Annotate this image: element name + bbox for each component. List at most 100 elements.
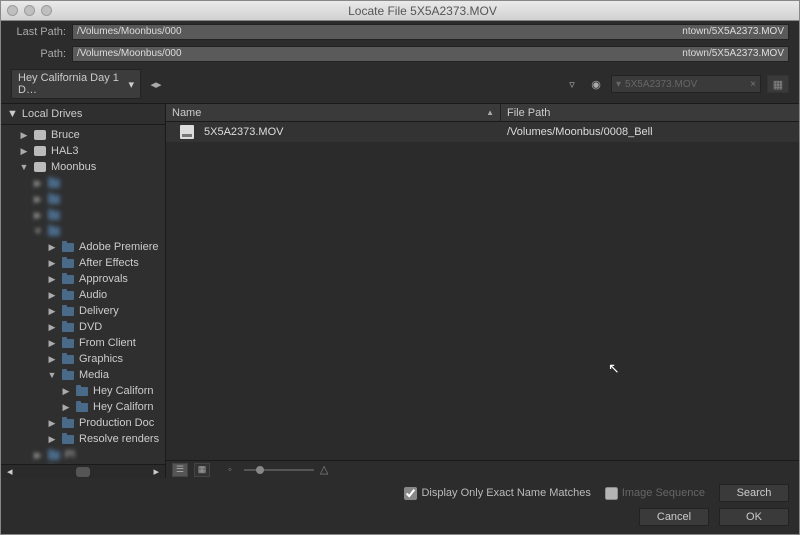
thumbnail-size-slider[interactable] — [244, 469, 314, 471]
disclosure-arrow-icon[interactable]: ▶ — [47, 290, 57, 301]
tree-node[interactable]: ▶DVD — [1, 319, 165, 335]
disclosure-arrow-icon[interactable]: ▶ — [47, 434, 57, 445]
tree-node[interactable]: ▶From Client — [1, 335, 165, 351]
sidebar-header[interactable]: ▼ Local Drives — [1, 104, 165, 125]
tree-node[interactable]: ▶Approvals — [1, 271, 165, 287]
clear-search-icon[interactable]: × — [750, 79, 756, 90]
tree-node-label: After Effects — [79, 257, 139, 269]
tree-node[interactable]: ▶ — [1, 175, 165, 191]
folder-icon — [61, 433, 75, 445]
filter-icon[interactable]: ▿ — [563, 76, 581, 92]
disk-icon — [33, 129, 47, 141]
tree-node-label: Graphics — [79, 353, 123, 365]
recent-locations-dropdown[interactable]: Hey California Day 1 D… ▾ — [11, 69, 141, 99]
tree-node[interactable]: ▼Media — [1, 367, 165, 383]
tree-node[interactable]: ▶Adobe Premiere — [1, 239, 165, 255]
disclosure-arrow-icon[interactable]: ▶ — [61, 386, 71, 397]
disclosure-arrow-icon[interactable]: ▶ — [19, 146, 29, 157]
chevron-down-icon: ▼ — [7, 108, 18, 120]
folder-icon — [61, 305, 75, 317]
file-list-pane: Name ▲ File Path 5X5A2373.MOV/Volumes/Mo… — [166, 104, 799, 478]
tree-node[interactable]: ▼Moonbus — [1, 159, 165, 175]
tree-node[interactable]: ▶Bruce — [1, 127, 165, 143]
disclosure-arrow-icon[interactable]: ▶ — [33, 178, 43, 189]
tree-node[interactable]: ▶ — [1, 191, 165, 207]
tree-node-label: Audio — [79, 289, 107, 301]
tree-node[interactable]: ▶ ts — [1, 463, 165, 464]
sidebar: ▼ Local Drives ▶Bruce▶HAL3▼Moonbus ▶ ▶ ▶ … — [1, 104, 166, 478]
folder-icon — [47, 209, 61, 221]
tree-node[interactable]: ▶Delivery — [1, 303, 165, 319]
tree-node[interactable]: ▶ Audio — [1, 287, 165, 303]
table-row[interactable]: 5X5A2373.MOV/Volumes/Moonbus/0008_Bell — [166, 122, 799, 142]
column-header-name[interactable]: Name ▲ — [166, 104, 501, 121]
disk-icon — [33, 145, 47, 157]
disclosure-arrow-icon[interactable]: ▶ — [61, 402, 71, 413]
disclosure-arrow-icon[interactable]: ▶ — [47, 418, 57, 429]
traffic-lights — [7, 5, 52, 16]
last-path-field[interactable]: /Volumes/Moonbus/000 ntown/5X5A2373.MOV — [72, 24, 789, 40]
disclosure-arrow-icon[interactable]: ▶ — [33, 194, 43, 205]
disclosure-arrow-icon[interactable]: ▶ — [47, 242, 57, 253]
folder-tree[interactable]: ▶Bruce▶HAL3▼Moonbus ▶ ▶ ▶ ▼ ▶Adobe Premie… — [1, 125, 165, 464]
disclosure-arrow-icon[interactable]: ▶ — [33, 450, 43, 461]
ok-button[interactable]: OK — [719, 508, 789, 526]
tree-node-label: Production Doc — [79, 417, 154, 429]
disclosure-arrow-icon[interactable]: ▼ — [33, 226, 43, 236]
folder-icon — [61, 273, 75, 285]
bin-button[interactable]: ▦ — [767, 75, 789, 93]
disk-icon — [33, 161, 47, 173]
tree-node[interactable]: ▶HAL3 — [1, 143, 165, 159]
folder-icon — [61, 337, 75, 349]
options-bar: Display Only Exact Name Matches Image Se… — [1, 478, 799, 504]
minimize-window-button[interactable] — [24, 5, 35, 16]
tree-node[interactable]: ▶ After Effects — [1, 255, 165, 271]
tree-node-label: Pl — [65, 449, 75, 461]
disclosure-arrow-icon[interactable]: ▶ — [19, 130, 29, 141]
chevron-down-icon: ▾ — [128, 78, 134, 91]
image-sequence-checkbox[interactable]: Image Sequence — [605, 487, 705, 500]
folder-icon — [61, 417, 75, 429]
close-window-button[interactable] — [7, 5, 18, 16]
disclosure-arrow-icon[interactable]: ▶ — [47, 258, 57, 269]
tree-node[interactable]: ▶ Pl — [1, 447, 165, 463]
disclosure-arrow-icon[interactable]: ▶ — [47, 354, 57, 365]
tree-node[interactable]: ▶Hey Californ — [1, 383, 165, 399]
folder-icon — [61, 369, 75, 381]
tree-node[interactable]: ▶ — [1, 207, 165, 223]
column-header-path[interactable]: File Path — [501, 104, 799, 121]
back-forward-button[interactable]: ◂▸ — [147, 76, 165, 92]
disclosure-arrow-icon[interactable]: ▶ — [47, 322, 57, 333]
scroll-right-icon[interactable]: ▸ — [153, 465, 159, 478]
zoom-window-button[interactable] — [41, 5, 52, 16]
tree-node[interactable]: ▶ Resolve renders — [1, 431, 165, 447]
path-field[interactable]: /Volumes/Moonbus/000 ntown/5X5A2373.MOV — [72, 46, 789, 62]
search-input[interactable]: ▾ 5X5A2373.MOV × — [611, 75, 761, 93]
scroll-left-icon[interactable]: ◂ — [7, 465, 13, 478]
scroll-thumb[interactable] — [76, 467, 90, 477]
tree-node[interactable]: ▶Hey Californ — [1, 399, 165, 415]
exact-match-checkbox[interactable]: Display Only Exact Name Matches — [404, 487, 590, 500]
eye-icon[interactable]: ◉ — [587, 76, 605, 92]
zoom-out-icon[interactable]: ◦ — [228, 464, 232, 476]
tree-node-label: Resolve renders — [79, 433, 159, 445]
file-icon — [180, 125, 194, 139]
cell-path: /Volumes/Moonbus/0008_Bell — [501, 122, 799, 142]
cancel-button[interactable]: Cancel — [639, 508, 709, 526]
sidebar-scrollbar[interactable]: ◂ ▸ — [1, 464, 165, 478]
disclosure-arrow-icon[interactable]: ▶ — [33, 210, 43, 221]
disclosure-arrow-icon[interactable]: ▶ — [47, 274, 57, 285]
disclosure-arrow-icon[interactable]: ▼ — [47, 370, 57, 380]
tree-node[interactable]: ▶ Production Doc — [1, 415, 165, 431]
tree-node[interactable]: ▼ — [1, 223, 165, 239]
search-button[interactable]: Search — [719, 484, 789, 502]
thumbnail-view-button[interactable]: ▦ — [194, 463, 210, 477]
tree-node[interactable]: ▶ Graphics — [1, 351, 165, 367]
disclosure-arrow-icon[interactable]: ▶ — [47, 338, 57, 349]
disclosure-arrow-icon[interactable]: ▶ — [47, 306, 57, 317]
zoom-in-icon[interactable]: △ — [320, 463, 328, 476]
list-view-button[interactable]: ☰ — [172, 463, 188, 477]
disclosure-arrow-icon[interactable]: ▼ — [19, 162, 29, 172]
folder-icon — [61, 257, 75, 269]
search-placeholder: 5X5A2373.MOV — [625, 79, 697, 90]
